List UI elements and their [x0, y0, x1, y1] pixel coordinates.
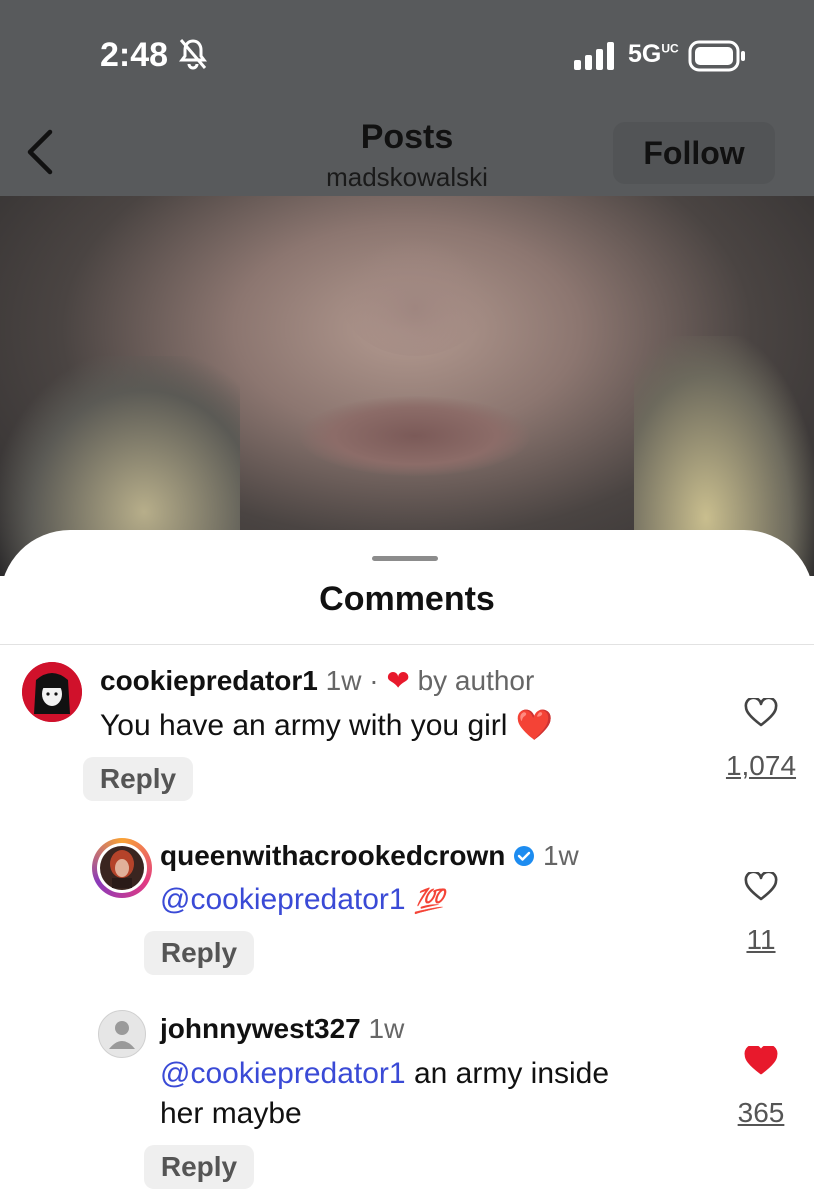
comment-time: 1w: [368, 1013, 405, 1044]
silent-bell-icon: [178, 38, 208, 75]
reply-button[interactable]: Reply: [83, 757, 193, 801]
comment-username[interactable]: johnnywest327: [160, 1013, 361, 1044]
meta-separator: ·: [369, 665, 379, 696]
mention-link[interactable]: @cookiepredator1: [160, 883, 406, 916]
comment-meta: johnnywest327 1w: [160, 1013, 404, 1045]
comment-meta: cookiepredator1 1w · ❤ by author: [100, 664, 534, 697]
battery-icon: [688, 40, 748, 77]
comment-time: 1w: [325, 665, 362, 696]
avatar[interactable]: [92, 838, 152, 898]
comment-text: You have an army with you girl ❤️: [100, 709, 554, 742]
comment-username[interactable]: queenwithacrookedcrown: [160, 840, 505, 871]
like-count[interactable]: 365: [716, 1097, 806, 1129]
comment-meta: queenwithacrookedcrown 1w: [160, 840, 579, 874]
status-time: 2:48: [100, 36, 169, 74]
red-heart-emoji: ❤️: [515, 709, 554, 742]
heart-outline-icon[interactable]: [744, 870, 778, 907]
sheet-drag-handle[interactable]: [372, 556, 438, 561]
liked-by-author-label: by author: [417, 665, 535, 696]
comment-time: 1w: [542, 840, 579, 871]
like-count[interactable]: 1,074: [716, 750, 806, 782]
heart-outline-icon[interactable]: [744, 696, 778, 733]
like-count[interactable]: 11: [716, 924, 806, 956]
verified-badge-icon: [513, 842, 535, 874]
reply-button[interactable]: Reply: [144, 1145, 254, 1189]
comment-text: @cookiepredator1 an army inside her mayb…: [160, 1057, 610, 1130]
status-bar: 2:48 5GUC: [0, 0, 814, 110]
comments-sheet: Comments cookiepredator1 1w · ❤ by autho…: [0, 530, 814, 1200]
heart-filled-icon[interactable]: [744, 1044, 778, 1081]
mention-link[interactable]: @cookiepredator1: [160, 1057, 406, 1090]
comment-text: @cookiepredator1 💯: [160, 880, 444, 922]
heart-filled-icon: ❤: [386, 665, 410, 696]
comment-username[interactable]: cookiepredator1: [100, 665, 318, 696]
sheet-title: Comments: [319, 580, 495, 618]
signal-icon: [574, 42, 618, 75]
network-label: 5GUC: [628, 40, 679, 68]
avatar[interactable]: [22, 662, 82, 722]
post-photo[interactable]: [0, 196, 814, 576]
hundred-points-emoji: 💯: [413, 888, 444, 915]
divider: [0, 644, 814, 645]
follow-button[interactable]: Follow: [613, 122, 775, 184]
reply-button[interactable]: Reply: [144, 931, 254, 975]
avatar[interactable]: [98, 1010, 146, 1058]
